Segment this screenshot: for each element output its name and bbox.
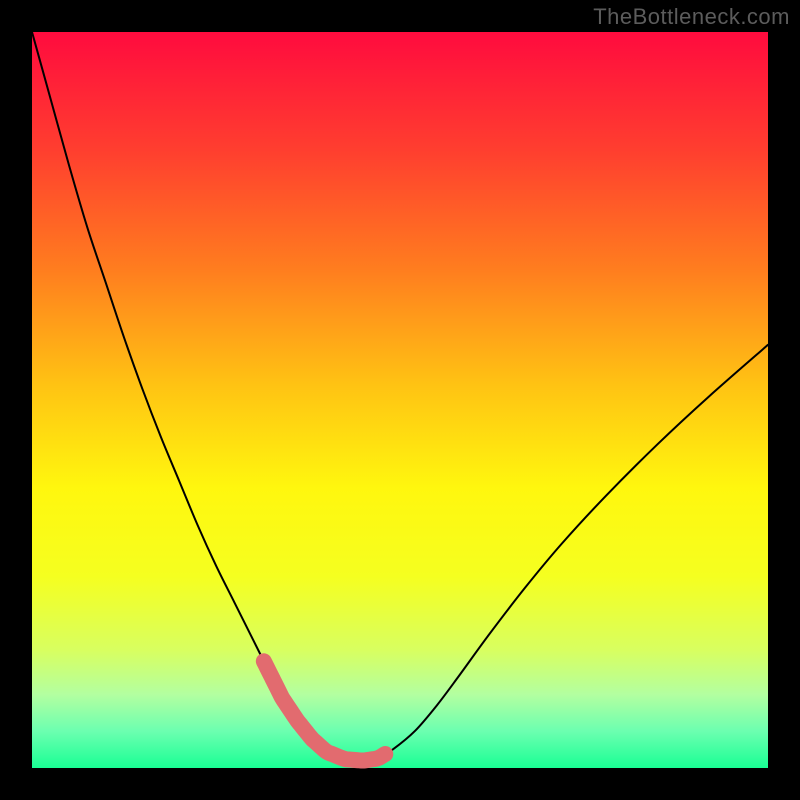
chart-root: TheBottleneck.com: [0, 0, 800, 800]
bottleneck-chart: [0, 0, 800, 800]
watermark-text: TheBottleneck.com: [593, 4, 790, 30]
plot-background: [32, 32, 768, 768]
